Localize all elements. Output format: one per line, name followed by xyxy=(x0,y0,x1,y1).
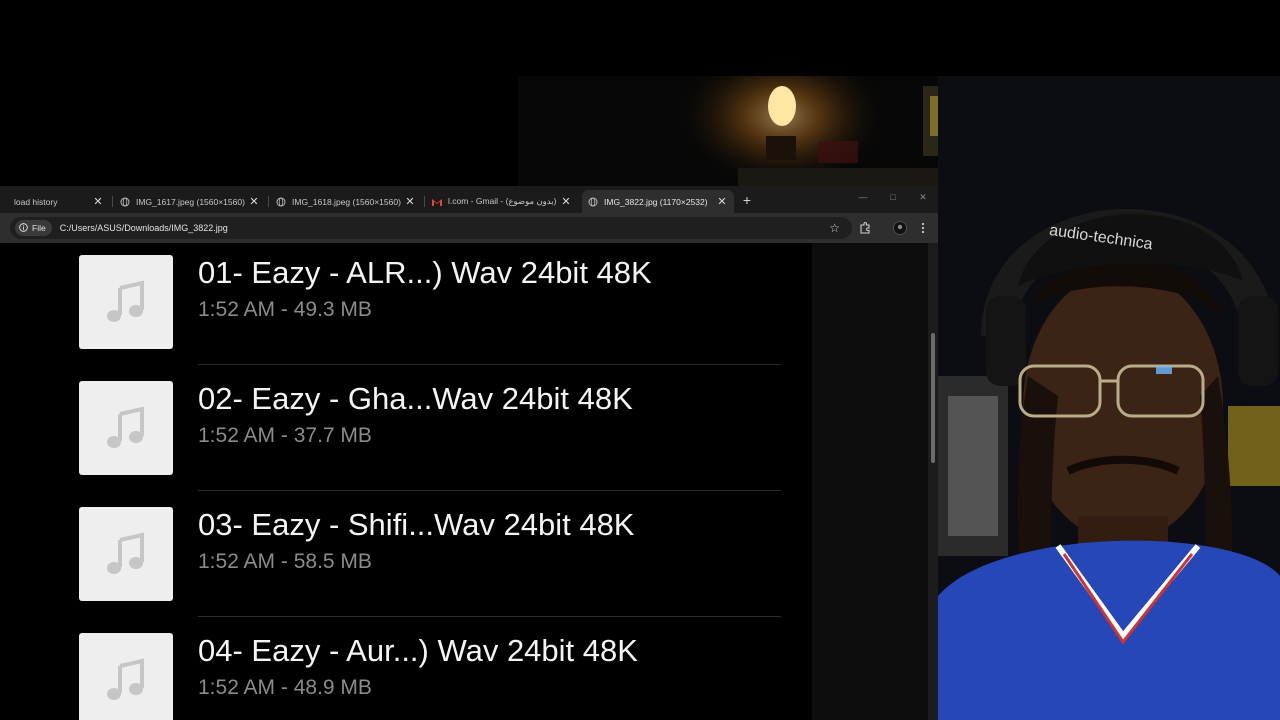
list-item[interactable]: 04- Eazy - Aur...) Wav 24bit 48K 1:52 AM… xyxy=(0,621,812,720)
tab-title: IMG_1617.jpeg (1560×1560) xyxy=(136,196,245,207)
file-meta: 1:52 AM - 49.3 MB xyxy=(198,298,372,321)
tab-close-icon[interactable]: ✕ xyxy=(404,195,416,208)
globe-icon xyxy=(588,197,598,207)
tab-title: load history xyxy=(14,196,58,207)
tab-title: IMG_3822.jpg (1170×2532) xyxy=(604,196,708,207)
url-text[interactable]: C:/Users/ASUS/Downloads/IMG_3822.jpg xyxy=(60,223,228,233)
tab-img-3822[interactable]: IMG_3822.jpg (1170×2532) ✕ xyxy=(582,190,734,213)
vertical-scrollbar[interactable] xyxy=(928,243,938,720)
tab-download-history[interactable]: load history ✕ xyxy=(0,190,110,213)
list-item[interactable]: 02- Eazy - Gha...Wav 24bit 48K 1:52 AM -… xyxy=(0,369,812,495)
gmail-icon xyxy=(432,197,442,207)
file-meta: 1:52 AM - 48.9 MB xyxy=(198,676,372,699)
address-bar[interactable]: File C:/Users/ASUS/Downloads/IMG_3822.jp… xyxy=(10,217,852,239)
list-item[interactable]: 03- Eazy - Shifi...Wav 24bit 48K 1:52 AM… xyxy=(0,495,812,621)
more-menu-icon[interactable] xyxy=(915,220,931,236)
divider xyxy=(198,364,781,365)
tab-img-1618[interactable]: IMG_1618.jpeg (1560×1560) ✕ xyxy=(270,190,422,213)
file-meta: 1:52 AM - 58.5 MB xyxy=(198,550,372,573)
tab-img-1617[interactable]: IMG_1617.jpeg (1560×1560) ✕ xyxy=(114,190,266,213)
divider xyxy=(198,616,781,617)
globe-icon xyxy=(120,197,130,207)
bookmark-star-icon[interactable]: ☆ xyxy=(829,221,840,235)
webcam-feed: audio-technica xyxy=(938,76,1280,720)
music-note-icon xyxy=(107,280,144,322)
tab-title: IMG_1618.jpeg (1560×1560) xyxy=(292,196,401,207)
browser-window: load history ✕ IMG_1617.jpeg (1560×1560)… xyxy=(0,186,938,720)
tab-close-icon[interactable]: ✕ xyxy=(92,195,104,208)
music-note-icon xyxy=(107,406,144,448)
close-window-button[interactable]: ✕ xyxy=(916,192,930,203)
download-icon xyxy=(0,197,8,207)
music-note-icon xyxy=(107,532,144,574)
streamer-illustration: audio-technica xyxy=(938,76,1280,720)
site-info-chip[interactable]: File xyxy=(15,220,52,236)
browser-toolbar: File C:/Users/ASUS/Downloads/IMG_3822.jp… xyxy=(0,213,938,243)
new-tab-button[interactable]: + xyxy=(740,192,754,208)
tab-separator xyxy=(268,196,269,207)
tab-close-icon[interactable]: ✕ xyxy=(560,195,572,208)
globe-icon xyxy=(276,197,286,207)
tab-gmail[interactable]: l.com - Gmail - (بدون موضوع) ✕ xyxy=(426,190,578,213)
audio-file-thumbnail xyxy=(79,507,173,601)
tab-separator xyxy=(112,196,113,207)
audio-file-thumbnail xyxy=(79,255,173,349)
info-icon xyxy=(19,222,28,234)
tab-close-icon[interactable]: ✕ xyxy=(716,195,728,208)
music-note-icon xyxy=(107,658,144,700)
site-info-label: File xyxy=(32,223,46,233)
phone-screenshot: 01- Eazy - ALR...) Wav 24bit 48K 1:52 AM… xyxy=(0,243,812,720)
tab-title: l.com - Gmail - (بدون موضوع) xyxy=(448,196,557,206)
file-meta: 1:52 AM - 37.7 MB xyxy=(198,424,372,447)
file-name: 03- Eazy - Shifi...Wav 24bit 48K xyxy=(198,507,635,542)
file-name: 01- Eazy - ALR...) Wav 24bit 48K xyxy=(198,255,652,290)
audio-file-thumbnail xyxy=(79,381,173,475)
tab-close-icon[interactable]: ✕ xyxy=(248,195,260,208)
scrollbar-thumb[interactable] xyxy=(931,333,935,463)
file-name: 04- Eazy - Aur...) Wav 24bit 48K xyxy=(198,633,638,668)
profile-avatar[interactable] xyxy=(892,220,908,236)
file-name: 02- Eazy - Gha...Wav 24bit 48K xyxy=(198,381,633,416)
tab-strip: load history ✕ IMG_1617.jpeg (1560×1560)… xyxy=(0,186,938,213)
audio-file-thumbnail xyxy=(79,633,173,720)
maximize-button[interactable]: □ xyxy=(886,192,900,202)
image-viewer: 01- Eazy - ALR...) Wav 24bit 48K 1:52 AM… xyxy=(0,243,928,720)
minimize-button[interactable]: — xyxy=(856,192,870,202)
divider xyxy=(198,490,781,491)
extensions-icon[interactable] xyxy=(857,220,873,236)
tab-separator xyxy=(424,196,425,207)
list-item[interactable]: 01- Eazy - ALR...) Wav 24bit 48K 1:52 AM… xyxy=(0,243,812,369)
